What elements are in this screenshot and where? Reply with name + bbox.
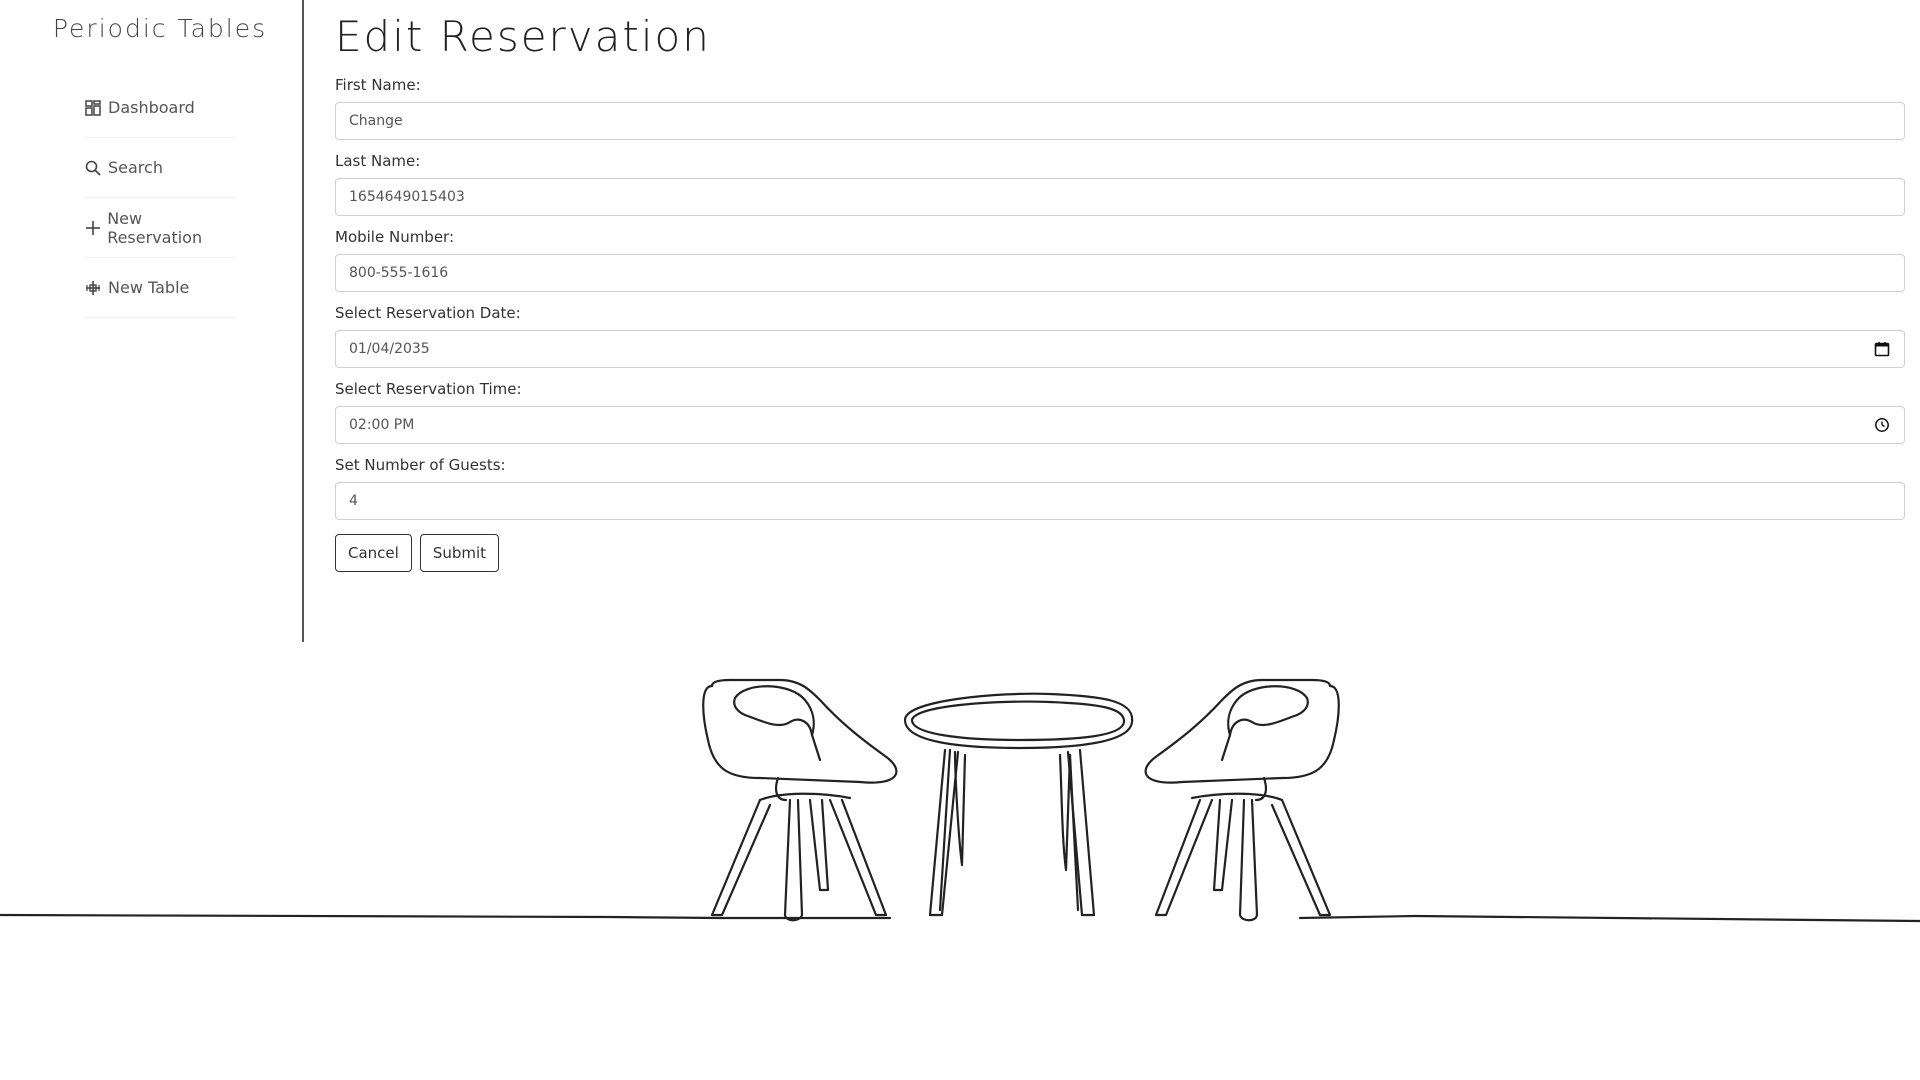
guests-field-group: Set Number of Guests: 4 [335,454,1905,520]
reservation-time-field-group: Select Reservation Time: 02:00 PM [335,378,1905,444]
reservation-time-value: 02:00 PM [349,417,415,433]
guests-input[interactable]: 4 [335,482,1905,520]
mobile-number-label: Mobile Number: [335,228,455,246]
mobile-number-input[interactable]: 800-555-1616 [335,254,1905,292]
sidebar-nav: Dashboard Search New Reservation New Tab… [84,78,236,318]
last-name-input[interactable]: 1654649015403 [335,178,1905,216]
guests-value: 4 [349,493,358,509]
guests-label: Set Number of Guests: [335,456,506,474]
sidebar: Periodic Tables Dashboard Search New Res… [0,0,304,642]
form-actions: Cancel Submit [335,534,1905,572]
reservation-date-value: 01/04/2035 [349,341,430,357]
app-title: Periodic Tables [52,14,268,43]
mobile-number-value: 800-555-1616 [349,265,449,281]
submit-button[interactable]: Submit [419,534,500,572]
first-name-field-group: First Name: Change [335,74,1905,140]
last-name-label: Last Name: [335,152,421,170]
sidebar-item-label: Dashboard [108,98,195,117]
plus-icon [84,219,101,237]
main-content: Edit Reservation First Name: Change Last… [335,0,1905,572]
dashboard-icon [84,99,102,117]
reservation-time-label: Select Reservation Time: [335,380,522,398]
table-icon [84,279,102,297]
last-name-field-group: Last Name: 1654649015403 [335,150,1905,216]
first-name-label: First Name: [335,76,421,94]
first-name-input[interactable]: Change [335,102,1905,140]
reservation-date-field-group: Select Reservation Date: 01/04/2035 [335,302,1905,368]
reservation-date-input[interactable]: 01/04/2035 [335,330,1905,368]
mobile-number-field-group: Mobile Number: 800-555-1616 [335,226,1905,292]
sidebar-item-new-reservation[interactable]: New Reservation [84,198,236,258]
sidebar-item-search[interactable]: Search [84,138,236,198]
table-and-chairs-illustration [0,678,1920,923]
search-icon [84,159,102,177]
cancel-button[interactable]: Cancel [335,534,412,572]
sidebar-item-label: New Table [108,278,190,297]
reservation-time-input[interactable]: 02:00 PM [335,406,1905,444]
sidebar-item-dashboard[interactable]: Dashboard [84,78,236,138]
sidebar-item-label: New Reservation [107,208,203,247]
calendar-icon[interactable] [1873,340,1891,358]
reservation-date-label: Select Reservation Date: [335,304,521,322]
sidebar-item-label: Search [108,158,163,177]
last-name-value: 1654649015403 [349,189,465,205]
first-name-value: Change [349,113,403,129]
sidebar-item-new-table[interactable]: New Table [84,258,236,318]
page-title: Edit Reservation [335,12,711,61]
clock-icon[interactable] [1873,416,1891,434]
